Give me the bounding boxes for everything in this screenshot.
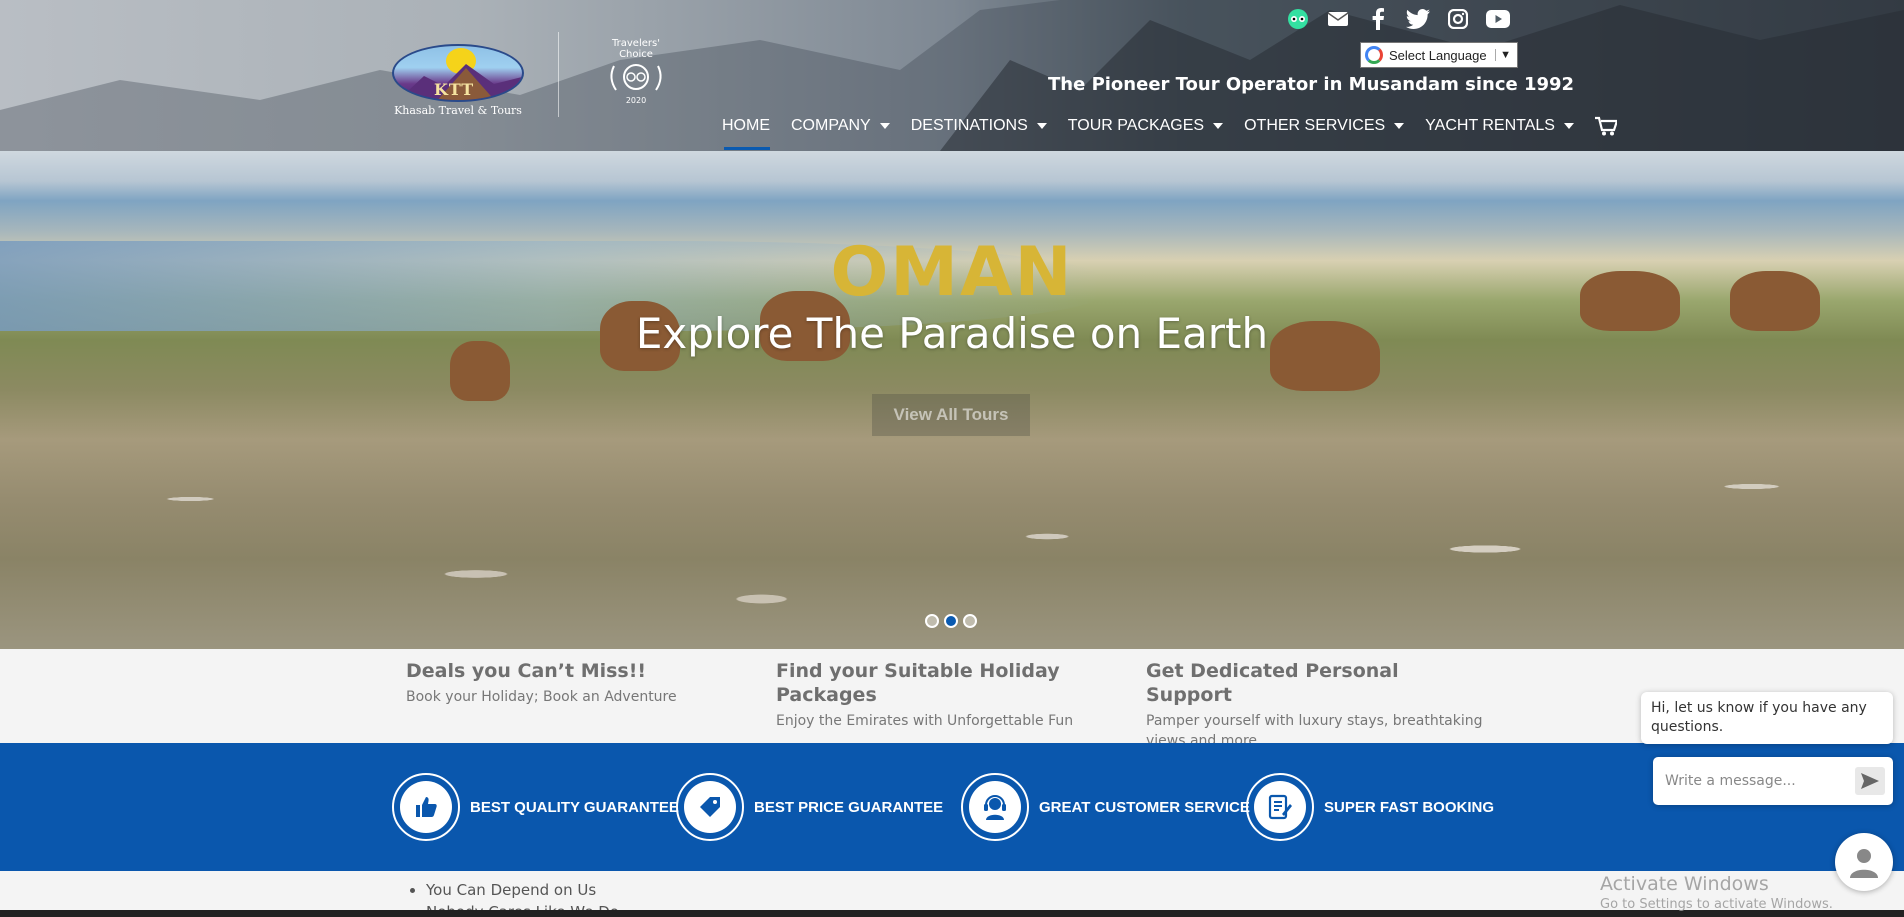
hero-subtitle: Explore The Paradise on Earth [635,309,1269,358]
guarantee-label: BEST QUALITY GUARANTEE [470,798,679,816]
feature-holiday-packages: Find your Suitable Holiday Packages Enjo… [776,659,1116,731]
site-header: KTT Khasab Travel & Tours Travelers' Cho… [0,0,1904,151]
guarantee-price: BEST PRICE GUARANTEE [676,773,943,841]
feature-text: Enjoy the Emirates with Unforgettable Fu… [776,713,1074,729]
headset-icon [969,781,1021,833]
twitter-icon[interactable] [1405,6,1431,32]
guarantee-icon-ring [392,773,460,841]
chevron-down-icon: ▼ [1495,49,1511,61]
google-icon [1365,46,1383,64]
site-logo[interactable]: KTT Khasab Travel & Tours [390,32,526,122]
view-all-tours-button[interactable]: View All Tours [872,394,1030,436]
feature-deals: Deals you Can’t Miss!! Book your Holiday… [406,659,746,707]
booking-form-icon [1254,781,1306,833]
nav-item-other-services[interactable]: OTHER SERVICES [1244,114,1405,138]
feature-text: Book your Holiday; Book an Adventure [406,689,677,705]
nav-label: YACHT RENTALS [1425,117,1555,134]
caret-down-icon [1394,123,1405,129]
feature-title: Find your Suitable Holiday Packages [776,660,1060,706]
slider-dot-1[interactable] [925,614,939,628]
windows-activation-watermark: Activate Windows Go to Settings to activ… [1600,873,1833,912]
nav-label: COMPANY [791,117,871,134]
header-divider [558,32,559,117]
social-links [1285,6,1511,32]
slider-dot-3[interactable] [963,614,977,628]
send-icon[interactable] [1855,767,1885,795]
price-tag-icon [684,781,736,833]
guarantee-icon-ring [1246,773,1314,841]
feature-title: Deals you Can’t Miss!! [406,660,647,682]
nav-item-company[interactable]: COMPANY [791,114,890,138]
caret-down-icon [1213,123,1224,129]
email-icon[interactable] [1325,6,1351,32]
chat-input-placeholder: Write a message... [1665,773,1796,789]
list-item: You Can Depend on Us [426,879,619,901]
user-icon [1850,849,1878,878]
nav-label: TOUR PACKAGES [1067,117,1205,134]
guarantee-label: GREAT CUSTOMER SERVICE [1039,798,1250,816]
nav-label: DESTINATIONS [910,117,1028,134]
nav-label: OTHER SERVICES [1244,117,1386,134]
award-title-line1: Travelers' [612,38,660,49]
hero-title: OMAN [830,233,1074,312]
nav-item-tour-packages[interactable]: TOUR PACKAGES [1067,114,1224,138]
nav-item-home[interactable]: HOME [722,114,770,150]
logo-abbr: KTT [434,80,475,99]
guarantee-label: BEST PRICE GUARANTEE [754,798,944,816]
nav-label: HOME [722,117,770,134]
slider-dot-2[interactable] [944,614,958,628]
slider-dots [925,614,977,628]
watermark-line2: Go to Settings to activate Windows. [1600,897,1833,912]
caret-down-icon [879,123,890,129]
main-nav: HOME COMPANY DESTINATIONS TOUR PACKAGES … [722,114,1619,150]
language-select-label: Select Language [1389,47,1487,63]
nav-item-destinations[interactable]: DESTINATIONS [911,114,1047,138]
guarantee-customer-service: GREAT CUSTOMER SERVICE [961,773,1250,841]
features-strip: Deals you Can’t Miss!! Book your Holiday… [0,649,1904,749]
guarantee-icon-ring [676,773,744,841]
hero-slider: OMAN Explore The Paradise on Earth View … [0,151,1904,649]
facebook-icon[interactable] [1365,6,1391,32]
youtube-icon[interactable] [1485,6,1511,32]
language-select[interactable]: Select Language ▼ [1360,42,1518,68]
award-year: 2020 [625,96,647,105]
caret-down-icon [1563,123,1574,129]
chat-message-input[interactable]: Write a message... [1653,757,1893,805]
guarantee-fast-booking: SUPER FAST BOOKING [1246,773,1494,841]
chat-avatar-button[interactable] [1835,833,1893,891]
cart-icon[interactable] [1594,116,1619,136]
watermark-line1: Activate Windows [1600,873,1769,895]
guarantee-quality: BEST QUALITY GUARANTEE [392,773,679,841]
feature-personal-support: Get Dedicated Personal Support Pamper yo… [1146,659,1486,751]
instagram-icon[interactable] [1445,6,1471,32]
hero-rocks [0,399,1904,649]
guarantees-band: BEST QUALITY GUARANTEE BEST PRICE GUARAN… [0,743,1904,871]
tripadvisor-icon[interactable] [1285,6,1311,32]
thumbs-up-icon [400,781,452,833]
caret-down-icon [1036,123,1047,129]
feature-title: Get Dedicated Personal Support [1146,660,1399,706]
logo-text: Khasab Travel & Tours [394,104,522,117]
owl-laurel-icon [610,64,662,91]
guarantee-label: SUPER FAST BOOKING [1324,798,1495,816]
award-title-line2: Choice [619,49,653,60]
guarantee-icon-ring [961,773,1029,841]
nav-item-yacht-rentals[interactable]: YACHT RENTALS [1425,114,1574,138]
tagline: The Pioneer Tour Operator in Musandam si… [1048,74,1575,95]
travelers-choice-badge[interactable]: Travelers' Choice 2020 [600,38,672,108]
chat-greeting-bubble[interactable]: Hi, let us know if you have any question… [1641,692,1893,744]
